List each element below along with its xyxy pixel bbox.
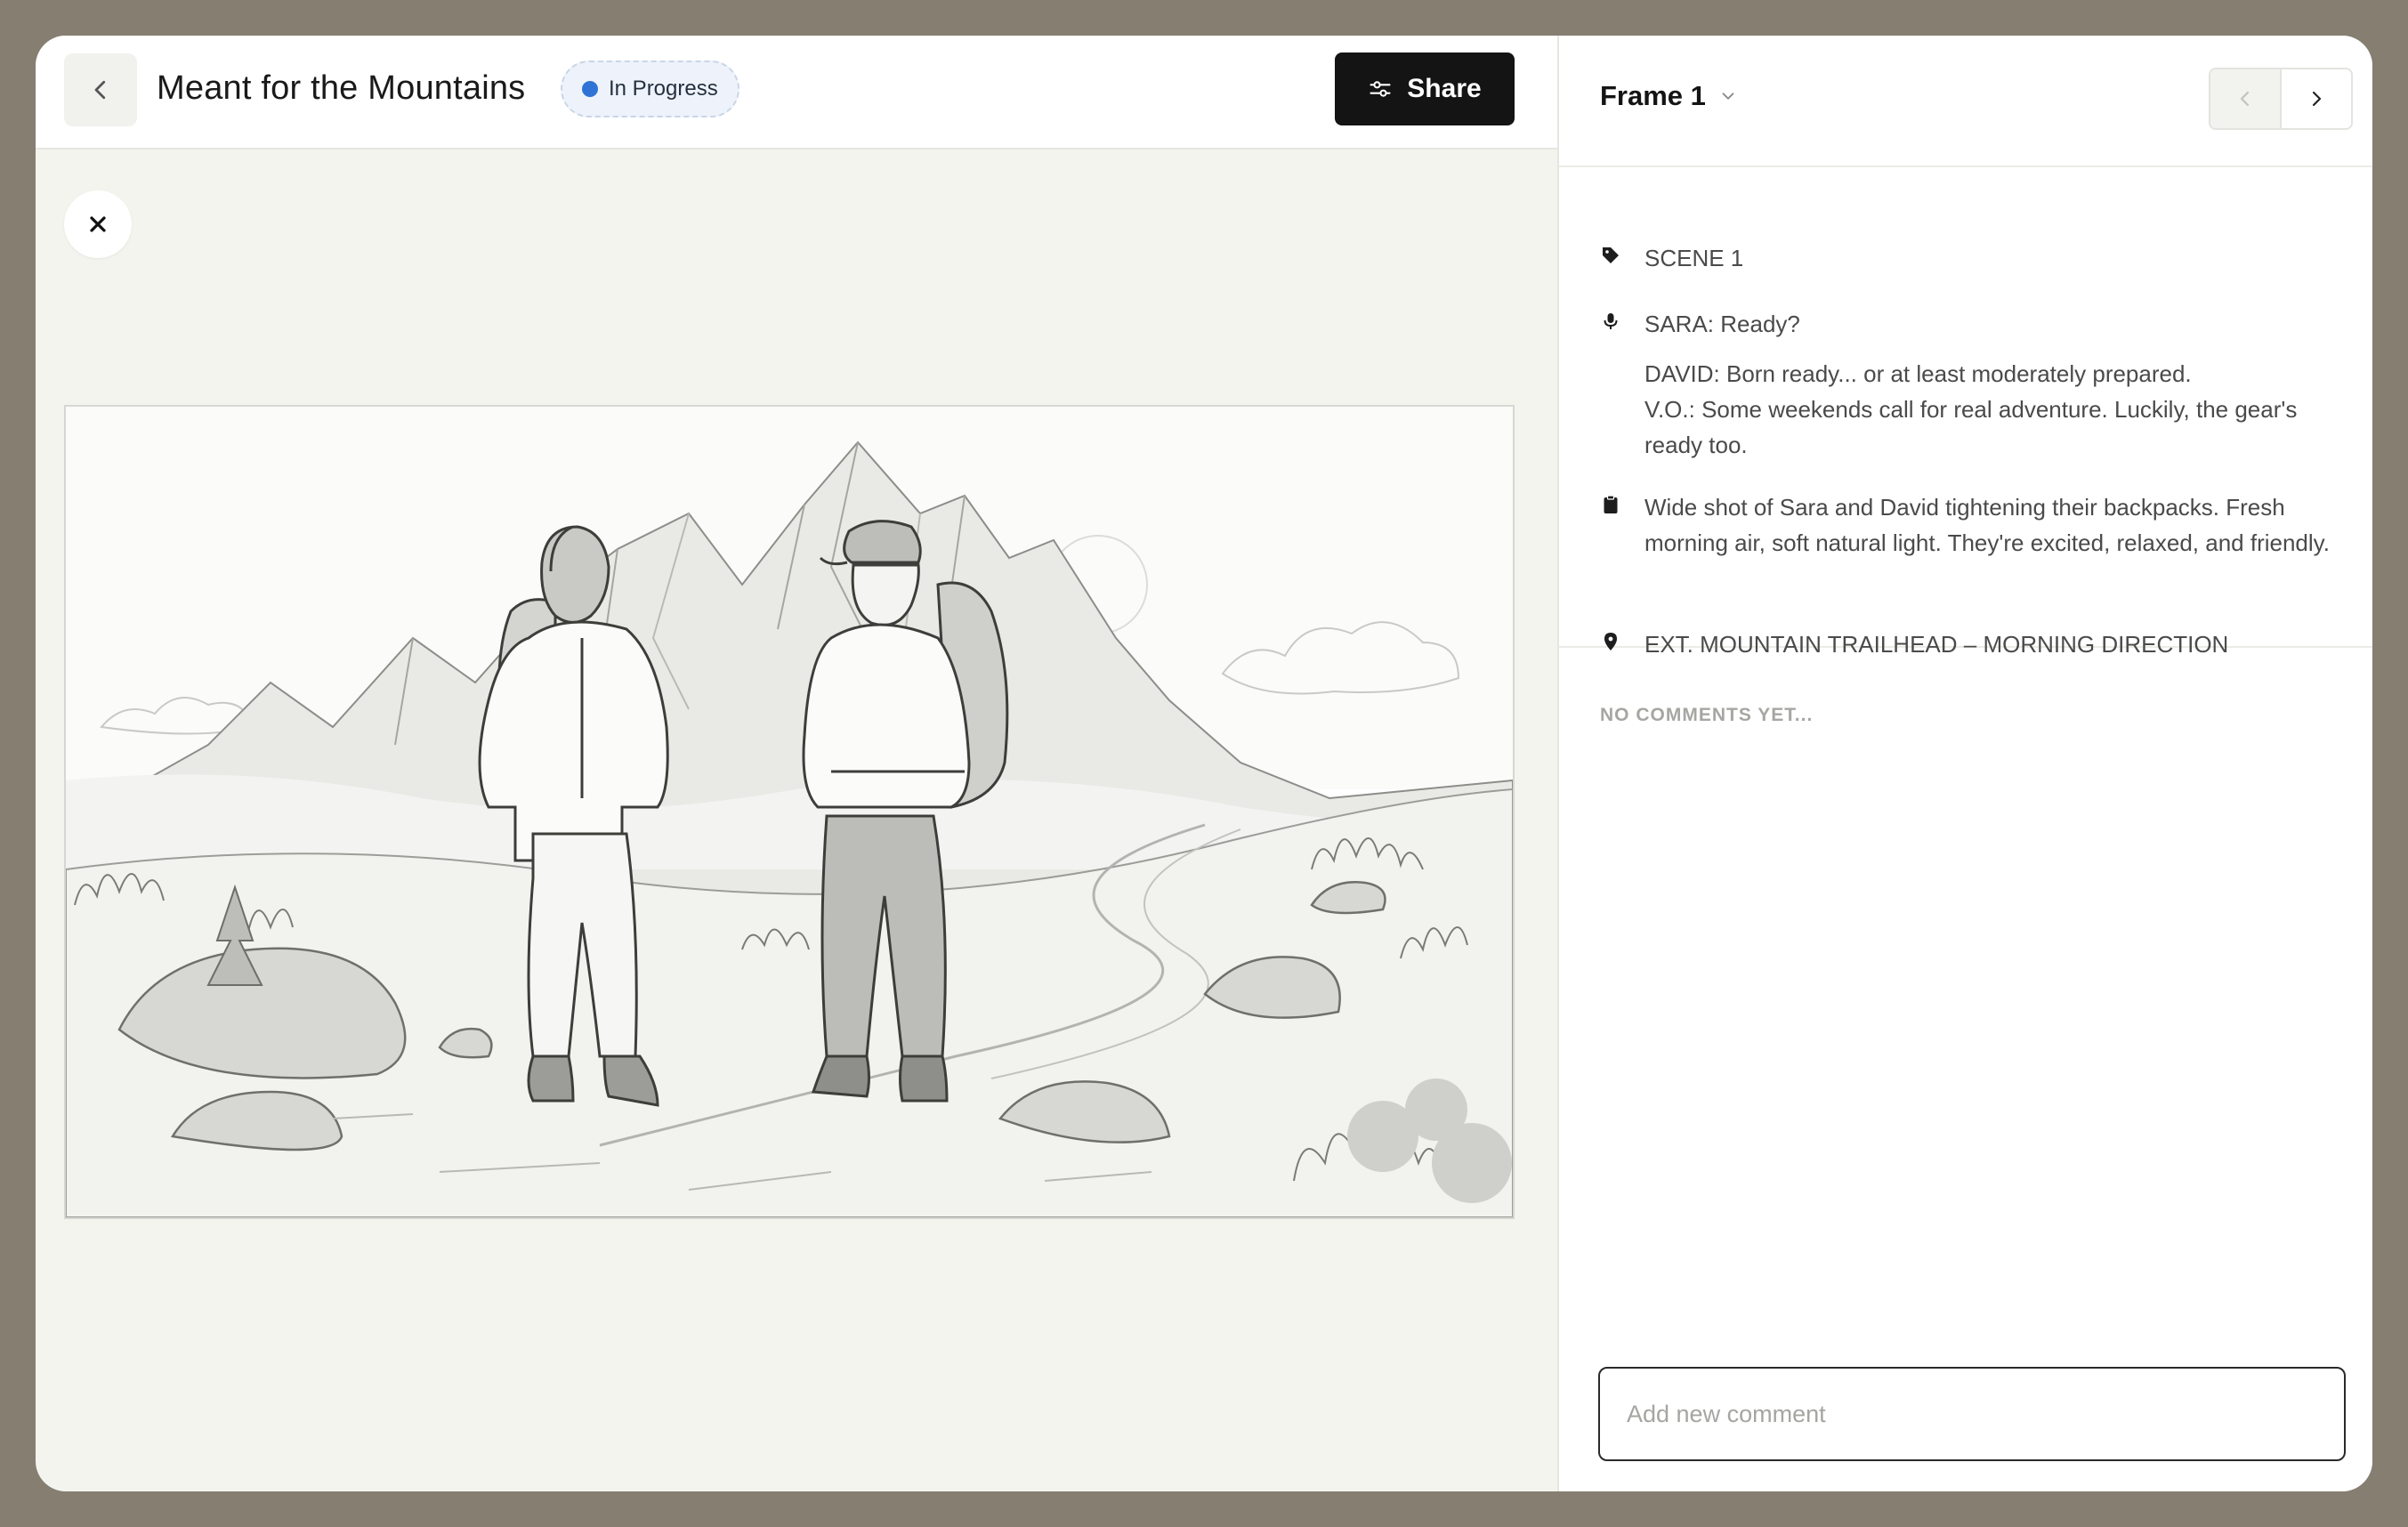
sliders-icon bbox=[1370, 81, 1391, 97]
scene-label: SCENE 1 bbox=[1644, 245, 1744, 271]
dialogue-line: DAVID: Born ready... or at least moderat… bbox=[1644, 360, 2192, 387]
top-bar: Meant for the Mountains In Progress Shar… bbox=[36, 36, 1557, 149]
storyboard-frame-image bbox=[64, 405, 1515, 1219]
status-badge[interactable]: In Progress bbox=[561, 61, 739, 117]
comment-input[interactable] bbox=[1598, 1367, 2346, 1461]
scene-row: SCENE 1 bbox=[1600, 240, 1743, 276]
frame-nav bbox=[2209, 68, 2353, 130]
chevron-right-icon bbox=[2312, 91, 2322, 107]
dialogue-line: V.O.: Some weekends call for real advent… bbox=[1644, 396, 2298, 458]
tag-icon bbox=[1600, 240, 1627, 271]
chevron-left-icon bbox=[2240, 91, 2250, 107]
frame-selector[interactable]: Frame 1 bbox=[1600, 80, 1738, 112]
dialogue-line: SARA: Ready? bbox=[1644, 311, 1800, 337]
page-title: Meant for the Mountains bbox=[157, 69, 526, 107]
dialogue-row: SARA: Ready? DAVID: Born ready... or at … bbox=[1600, 306, 2339, 463]
comments-empty-state: NO COMMENTS YET... bbox=[1600, 705, 1814, 725]
map-pin-icon bbox=[1600, 626, 1627, 657]
next-frame-button[interactable] bbox=[2282, 69, 2351, 128]
clipboard-icon bbox=[1600, 489, 1627, 520]
share-label: Share bbox=[1407, 74, 1482, 103]
location-label: EXT. MOUNTAIN TRAILHEAD – MORNING DIRECT… bbox=[1644, 631, 2229, 658]
back-button[interactable] bbox=[64, 53, 137, 126]
share-button[interactable]: Share bbox=[1335, 53, 1515, 125]
description-row: Wide shot of Sara and David tightening t… bbox=[1600, 489, 2347, 561]
status-dot-icon bbox=[582, 81, 598, 97]
frame-details: SCENE 1 SARA: Ready? DAVID: Born ready..… bbox=[1559, 166, 2372, 658]
app-window: Meant for the Mountains In Progress Shar… bbox=[36, 36, 2372, 1491]
panel-header: Frame 1 bbox=[1559, 36, 2372, 167]
shot-description: Wide shot of Sara and David tightening t… bbox=[1644, 494, 2330, 556]
chevron-down-icon bbox=[1722, 93, 1734, 100]
microphone-icon bbox=[1600, 306, 1627, 336]
close-button[interactable] bbox=[64, 190, 132, 258]
frame-details-panel: Frame 1 SCENE 1 SARA: Ready? DAVID: Born… bbox=[1557, 36, 2372, 1491]
prev-frame-button[interactable] bbox=[2210, 69, 2282, 128]
location-row: EXT. MOUNTAIN TRAILHEAD – MORNING DIRECT… bbox=[1600, 626, 2228, 662]
frame-label: Frame 1 bbox=[1600, 80, 1706, 111]
dialogue-lines: SARA: Ready? DAVID: Born ready... or at … bbox=[1644, 306, 2339, 463]
close-icon bbox=[90, 216, 106, 232]
status-label: In Progress bbox=[609, 77, 718, 101]
storyboard-sketch bbox=[66, 407, 1513, 1217]
chevron-left-icon bbox=[94, 80, 106, 100]
